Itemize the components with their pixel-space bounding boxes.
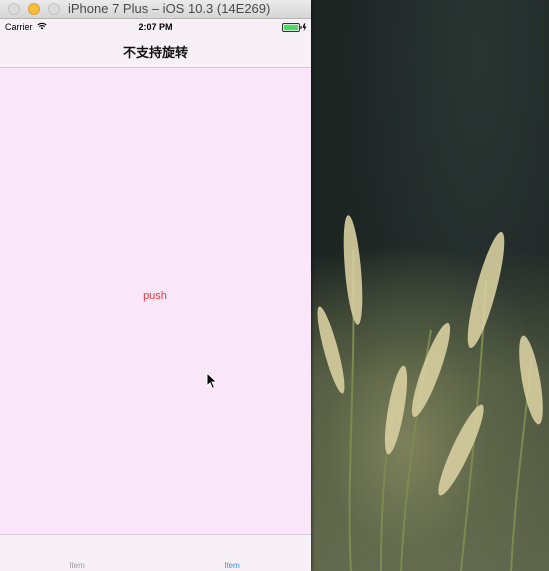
tab-bar: Item Item [0, 534, 311, 571]
status-time: 2:07 PM [138, 22, 173, 32]
simulator-window: iPhone 7 Plus – iOS 10.3 (14E269) Carrie… [0, 0, 311, 571]
ios-status-bar: Carrier 2:07 PM [0, 19, 311, 35]
minimize-button[interactable] [28, 3, 40, 15]
window-title: iPhone 7 Plus – iOS 10.3 (14E269) [68, 1, 271, 16]
zoom-button[interactable] [48, 3, 60, 15]
tab-item-2[interactable]: Item [202, 561, 262, 570]
main-content: push [0, 68, 311, 534]
navigation-bar: 不支持旋转 [0, 35, 311, 68]
window-titlebar[interactable]: iPhone 7 Plus – iOS 10.3 (14E269) [0, 0, 311, 19]
desktop-wallpaper [311, 0, 549, 571]
push-button[interactable]: push [130, 288, 180, 304]
wallpaper-grass-image [317, 215, 543, 571]
desktop: iPhone 7 Plus – iOS 10.3 (14E269) Carrie… [0, 0, 549, 571]
page-title: 不支持旋转 [122, 45, 188, 60]
battery-icon [282, 23, 308, 34]
tab-item-1[interactable]: Item [47, 561, 107, 570]
cursor-icon [206, 371, 218, 395]
close-button[interactable] [8, 3, 20, 15]
